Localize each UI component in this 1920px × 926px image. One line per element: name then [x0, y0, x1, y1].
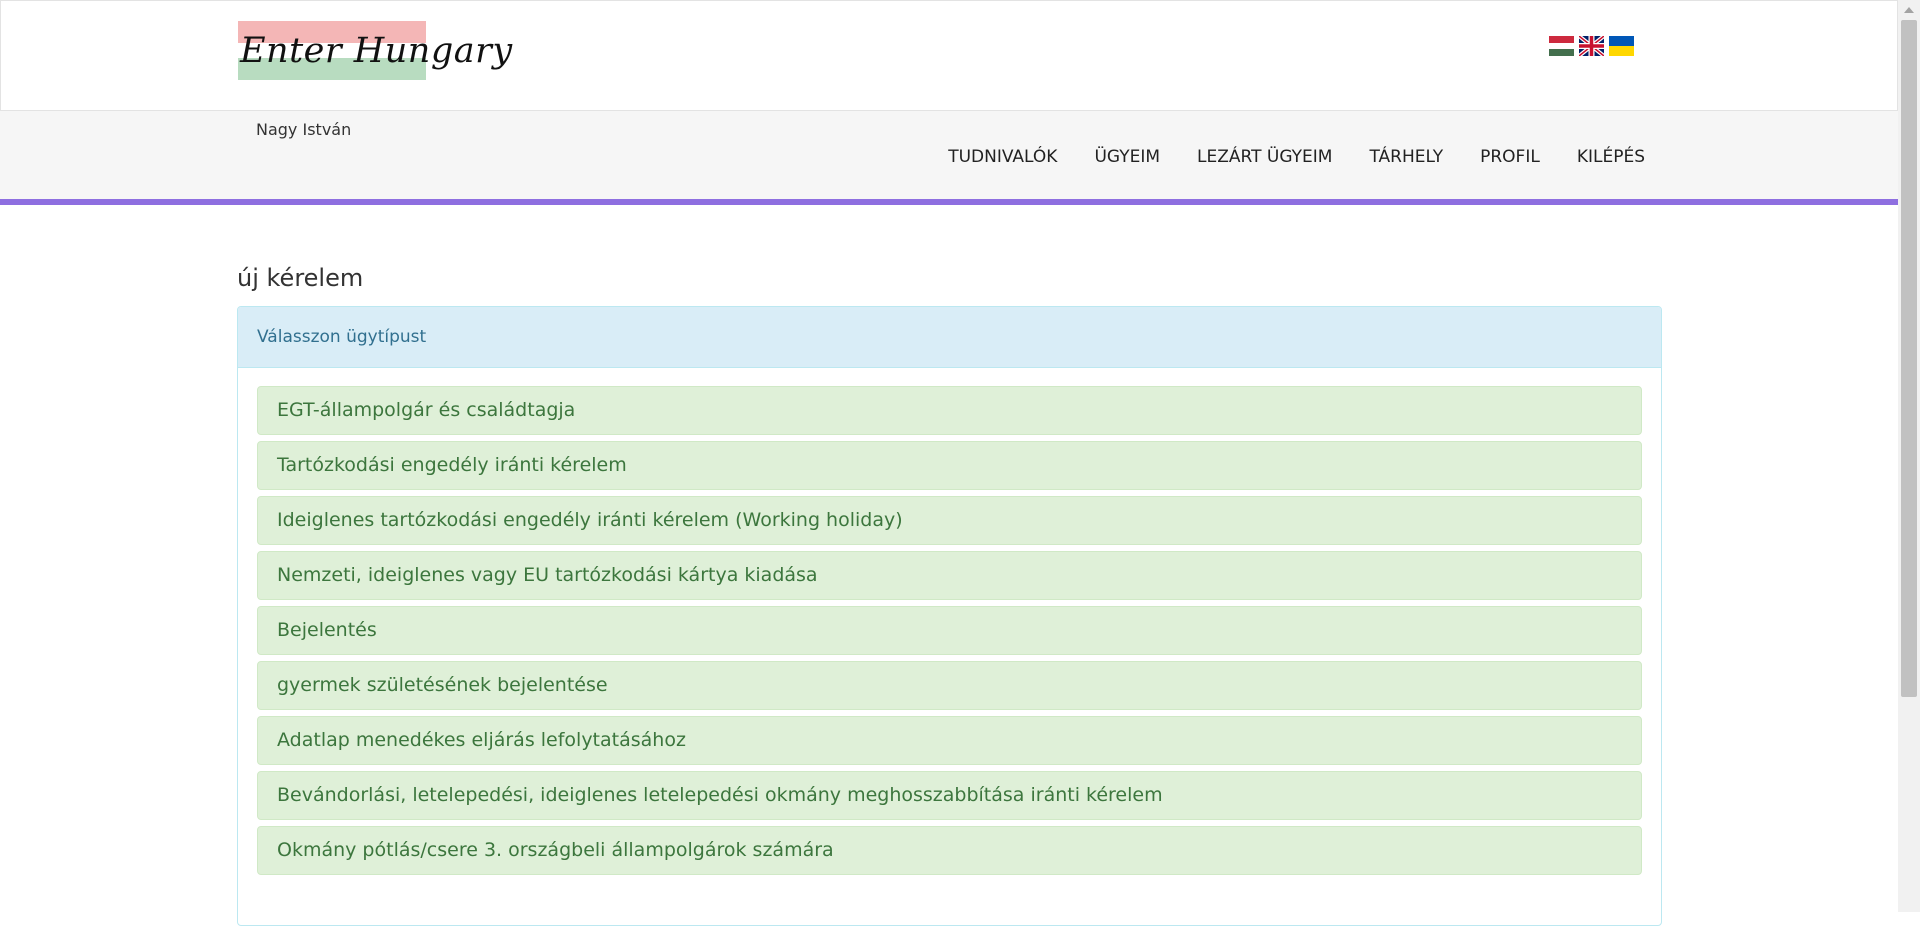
vertical-scrollbar[interactable]	[1898, 0, 1920, 912]
case-type-list: EGT-állampolgár és családtagja Tartózkod…	[238, 368, 1661, 875]
case-type-item[interactable]: Bevándorlási, letelepedési, ideiglenes l…	[257, 771, 1642, 820]
nav-ugyeim[interactable]: ÜGYEIM	[1094, 147, 1160, 167]
hungarian-flag-icon[interactable]	[1549, 36, 1574, 56]
top-header: Enter Hungary	[0, 0, 1898, 111]
main-navbar: Nagy István TUDNIVALÓK ÜGYEIM LEZÁRT ÜGY…	[0, 111, 1898, 205]
case-type-item[interactable]: gyermek születésének bejelentése	[257, 661, 1642, 710]
panel-title: Válasszon ügytípust	[257, 327, 427, 347]
case-type-item[interactable]: Bejelentés	[257, 606, 1642, 655]
case-type-item[interactable]: Nemzeti, ideiglenes vagy EU tartózkodási…	[257, 551, 1642, 600]
case-type-item[interactable]: Adatlap menedékes eljárás lefolytatásáho…	[257, 716, 1642, 765]
nav-kilepes[interactable]: KILÉPÉS	[1577, 147, 1645, 167]
nav-tudnivalok[interactable]: TUDNIVALÓK	[948, 147, 1057, 167]
nav-tarhely[interactable]: TÁRHELY	[1369, 147, 1443, 167]
uk-flag-icon[interactable]	[1579, 36, 1604, 56]
case-type-panel: Válasszon ügytípust EGT-állampolgár és c…	[237, 306, 1662, 926]
nav-profil[interactable]: PROFIL	[1480, 147, 1540, 167]
case-type-item[interactable]: Okmány pótlás/csere 3. országbeli államp…	[257, 826, 1642, 875]
page-title: új kérelem	[237, 264, 364, 292]
logo-text: Enter Hungary	[240, 31, 513, 71]
case-type-item[interactable]: Ideiglenes tartózkodási engedély iránti …	[257, 496, 1642, 545]
nav-lezart-ugyeim[interactable]: LEZÁRT ÜGYEIM	[1197, 147, 1332, 167]
scroll-up-arrow-icon[interactable]	[1898, 0, 1920, 20]
enter-hungary-logo[interactable]: Enter Hungary	[238, 21, 513, 80]
ukrainian-flag-icon[interactable]	[1609, 36, 1634, 56]
user-name: Nagy István	[256, 120, 352, 139]
case-type-item[interactable]: Tartózkodási engedély iránti kérelem	[257, 441, 1642, 490]
scrollbar-thumb[interactable]	[1901, 20, 1917, 697]
nav-links: TUDNIVALÓK ÜGYEIM LEZÁRT ÜGYEIM TÁRHELY …	[911, 147, 1645, 167]
panel-header: Válasszon ügytípust	[238, 307, 1661, 368]
case-type-item[interactable]: EGT-állampolgár és családtagja	[257, 386, 1642, 435]
